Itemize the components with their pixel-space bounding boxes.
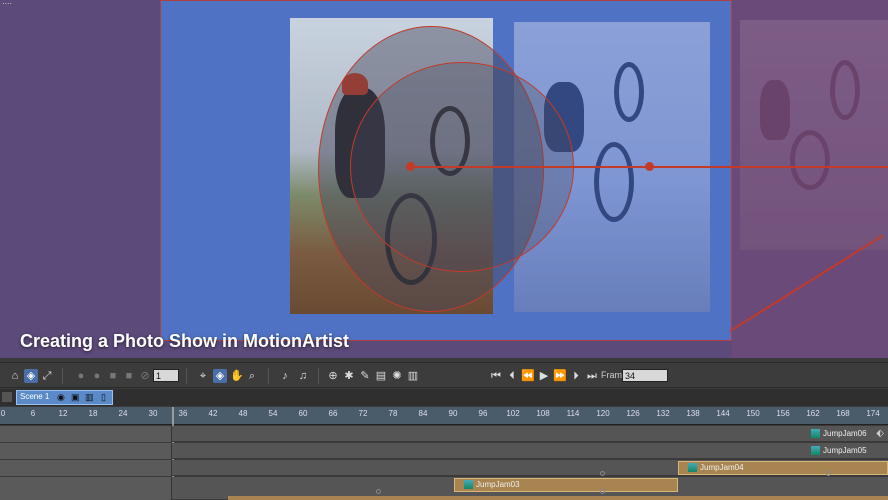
keyframe-marker[interactable] — [376, 489, 381, 494]
timeline-ruler[interactable]: 0 6 12 18 24 30 36 42 48 54 60 66 72 78 84 90 96 102 108 11… — [0, 407, 888, 425]
ruler-tick-label: 48 — [238, 409, 248, 418]
video-title-overlay: Creating a Photo Show in MotionArtist — [20, 331, 349, 351]
previous-key-icon[interactable]: ⏴ — [505, 369, 519, 383]
ruler-tick-label: 6 — [30, 409, 36, 418]
clip-label[interactable]: JumpJam03 — [464, 479, 520, 491]
image-thumbnail-icon — [464, 480, 473, 489]
ruler-tick-label: 150 — [746, 409, 760, 418]
track-header — [0, 477, 172, 500]
ruler-tick-label: 54 — [268, 409, 278, 418]
scene-settings-icon[interactable]: ▥ — [85, 392, 94, 403]
layer-select-icon[interactable]: ◈ — [213, 369, 227, 383]
clip-label[interactable]: JumpJam06 — [811, 428, 867, 440]
ruler-tick-label: 138 — [686, 409, 700, 418]
ruler-tick-label: 108 — [536, 409, 550, 418]
track-header — [0, 426, 172, 442]
add-key-icon[interactable]: ■ — [106, 369, 120, 383]
track-row[interactable]: JumpJam03 — [0, 477, 888, 500]
ruler-tick-label: 90 — [448, 409, 458, 418]
play-icon[interactable]: ▶ — [537, 369, 551, 383]
ruler-tick-label: 174 — [866, 409, 880, 418]
ruler-tick-label: 0 — [0, 409, 6, 418]
ruler-tick-label: 36 — [178, 409, 188, 418]
lock-icon[interactable]: ▣ — [71, 392, 80, 403]
timeline-toolbar: ⌂ ◈ ⤢ ● ● ■ ■ ⊘ 1 ⌖ ◈ ✋ ⌕ ♪ ♫ ⊕ ✱ ✎ ▤ ✺ … — [0, 362, 888, 388]
layer-settings-icon[interactable]: ▤ — [374, 369, 388, 383]
record-icon[interactable]: ● — [74, 369, 88, 383]
image-thumbnail-icon — [811, 429, 820, 438]
scene-list-toggle[interactable] — [2, 392, 12, 402]
rewind-icon[interactable]: ⏪ — [521, 369, 535, 383]
speaker-icon[interactable]: ♫ — [296, 369, 310, 383]
image-thumbnail-icon — [688, 463, 697, 472]
frame-input[interactable]: 34 — [622, 369, 668, 382]
stage-viewport[interactable]: .... Creating a Photo Show in MotionArti… — [0, 0, 888, 358]
delete-key-icon[interactable]: ■ — [122, 369, 136, 383]
keyframe-marker[interactable] — [600, 471, 605, 476]
ruler-tick-label: 132 — [656, 409, 670, 418]
ruler-tick-label: 24 — [118, 409, 128, 418]
ruler-tick-label: 120 — [596, 409, 610, 418]
ruler-tick-label: 102 — [506, 409, 520, 418]
ruler-tick-label: 72 — [358, 409, 368, 418]
camera-icon[interactable]: ⌂ — [8, 369, 22, 383]
eye-icon[interactable]: ◉ — [57, 392, 65, 403]
fast-forward-icon[interactable]: ⏩ — [553, 369, 567, 383]
scene-bar: Scene 1 ◉ ▣ ▥ ▯ — [0, 389, 888, 406]
zoom-input[interactable]: 1 — [153, 369, 179, 382]
transform-icon[interactable]: ⤢ — [40, 369, 54, 383]
stop-icon[interactable]: ● — [90, 369, 104, 383]
motion-path-start-dot[interactable] — [406, 162, 415, 171]
stage-top-label: .... — [2, 0, 13, 6]
microphone-icon[interactable]: ♪ — [278, 369, 292, 383]
ruler-tick-label: 156 — [776, 409, 790, 418]
clear-key-icon[interactable]: ⊘ — [138, 369, 152, 383]
ruler-tick-label: 96 — [478, 409, 488, 418]
ruler-tick-label: 12 — [58, 409, 68, 418]
ruler-tick-label: 42 — [208, 409, 218, 418]
keyframe-marker[interactable] — [600, 489, 605, 494]
ruler-tick-label: 114 — [566, 409, 580, 418]
track-row[interactable]: JumpJam06 ⬖ — [0, 426, 888, 442]
ruler-tick-label: 30 — [148, 409, 158, 418]
scene-tab-label: Scene 1 — [20, 392, 50, 401]
next-clip-edge[interactable] — [228, 496, 888, 500]
ruler-tick-label: 168 — [836, 409, 850, 418]
clip-label[interactable]: JumpJam04 — [688, 462, 744, 474]
ruler-tick-label: 78 — [388, 409, 398, 418]
track-row[interactable]: JumpJam05 — [0, 443, 888, 459]
select-icon[interactable]: ◈ — [24, 369, 38, 383]
go-to-end-icon[interactable]: ⏭ — [585, 369, 599, 383]
ruler-tick-label: 66 — [328, 409, 338, 418]
track-header — [0, 460, 172, 476]
document-icon[interactable]: ▥ — [406, 369, 420, 383]
pin-icon[interactable]: ✎ — [358, 369, 372, 383]
globe-icon[interactable]: ⊕ — [326, 369, 340, 383]
keyframe-marker[interactable] — [826, 471, 831, 476]
hand-icon[interactable]: ✋ — [230, 369, 244, 383]
ruler-tick-label: 84 — [418, 409, 428, 418]
motion-path-key-dot[interactable] — [645, 162, 654, 171]
track-header — [0, 443, 172, 459]
ruler-tick-label: 144 — [716, 409, 730, 418]
anchor-icon[interactable]: ⌖ — [196, 369, 210, 383]
ruler-tick-label: 162 — [806, 409, 820, 418]
track-row[interactable]: JumpJam04 — [0, 460, 888, 476]
magnifier-icon[interactable]: ⌕ — [245, 369, 259, 383]
ruler-tick-label: 126 — [626, 409, 640, 418]
track-end-icon[interactable]: ⬖ — [876, 428, 884, 439]
split-view-icon[interactable]: ▯ — [101, 392, 106, 403]
light-icon[interactable]: ✺ — [390, 369, 404, 383]
image-thumbnail-icon — [811, 446, 820, 455]
ruler-tick-label: 18 — [88, 409, 98, 418]
photo-far-ghost — [740, 20, 888, 250]
tab-scene-1[interactable]: Scene 1 ◉ ▣ ▥ ▯ — [16, 390, 113, 405]
go-to-start-icon[interactable]: ⏮ — [489, 369, 503, 383]
effects-icon[interactable]: ✱ — [342, 369, 356, 383]
clip-label[interactable]: JumpJam05 — [811, 445, 867, 457]
ruler-tick-label: 60 — [298, 409, 308, 418]
next-key-icon[interactable]: ⏵ — [569, 369, 583, 383]
